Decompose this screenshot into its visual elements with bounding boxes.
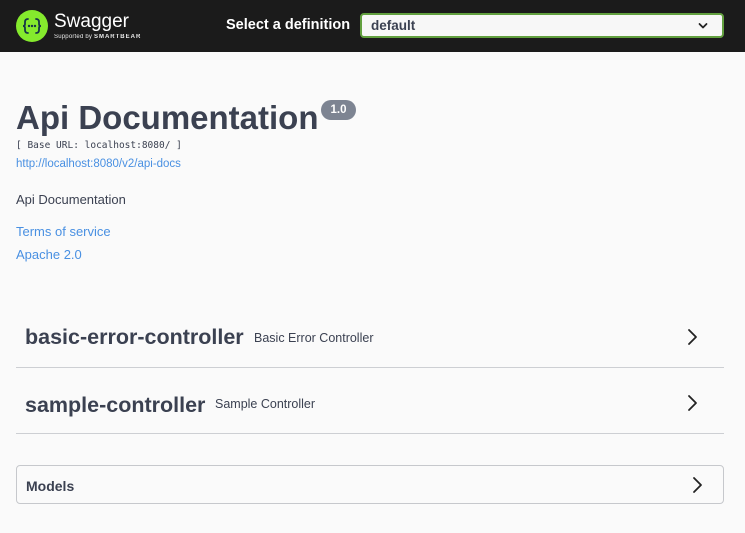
definition-selected-value: default xyxy=(371,18,416,33)
tag-description: Sample Controller xyxy=(215,397,316,411)
brand-sub-company: SMARTBEAR xyxy=(93,34,142,40)
chevron-right-icon xyxy=(688,329,697,345)
brand-subtitle: Supported by SMARTBEAR xyxy=(54,34,141,40)
api-description: Api Documentation xyxy=(16,192,126,207)
definition-label: Select a definition xyxy=(226,17,351,33)
models-section[interactable]: Models xyxy=(16,465,724,504)
tag-section-sample-controller[interactable]: sample-controller Sample Controller xyxy=(16,375,724,434)
chevron-right-icon xyxy=(688,395,697,411)
brand-name: Swagger xyxy=(54,11,129,32)
definition-select[interactable]: default xyxy=(360,13,724,38)
license-link[interactable]: Apache 2.0 xyxy=(16,247,82,262)
version-badge: 1.0 xyxy=(321,100,356,120)
tag-section-basic-error-controller[interactable]: basic-error-controller Basic Error Contr… xyxy=(16,307,724,368)
tag-name: sample-controller xyxy=(25,393,206,417)
tag-description: Basic Error Controller xyxy=(254,331,374,345)
swagger-logo-icon xyxy=(16,10,48,42)
tag-name: basic-error-controller xyxy=(25,325,244,349)
chevron-down-icon xyxy=(698,23,708,29)
api-docs-link[interactable]: http://localhost:8080/v2/api-docs xyxy=(16,158,181,170)
brand-text: Swagger Supported by SMARTBEAR xyxy=(54,12,141,40)
page-title: Api Documentation xyxy=(16,99,319,136)
brand-sub-prefix: Supported by xyxy=(54,34,93,40)
terms-of-service-link[interactable]: Terms of service xyxy=(16,224,111,239)
base-url: [ Base URL: localhost:8080/ ] xyxy=(16,140,182,151)
swagger-logo-link[interactable]: Swagger Supported by SMARTBEAR xyxy=(16,8,141,44)
chevron-right-icon xyxy=(693,477,702,493)
topbar: Swagger Supported by SMARTBEAR Select a … xyxy=(0,0,745,52)
models-title: Models xyxy=(26,478,75,494)
